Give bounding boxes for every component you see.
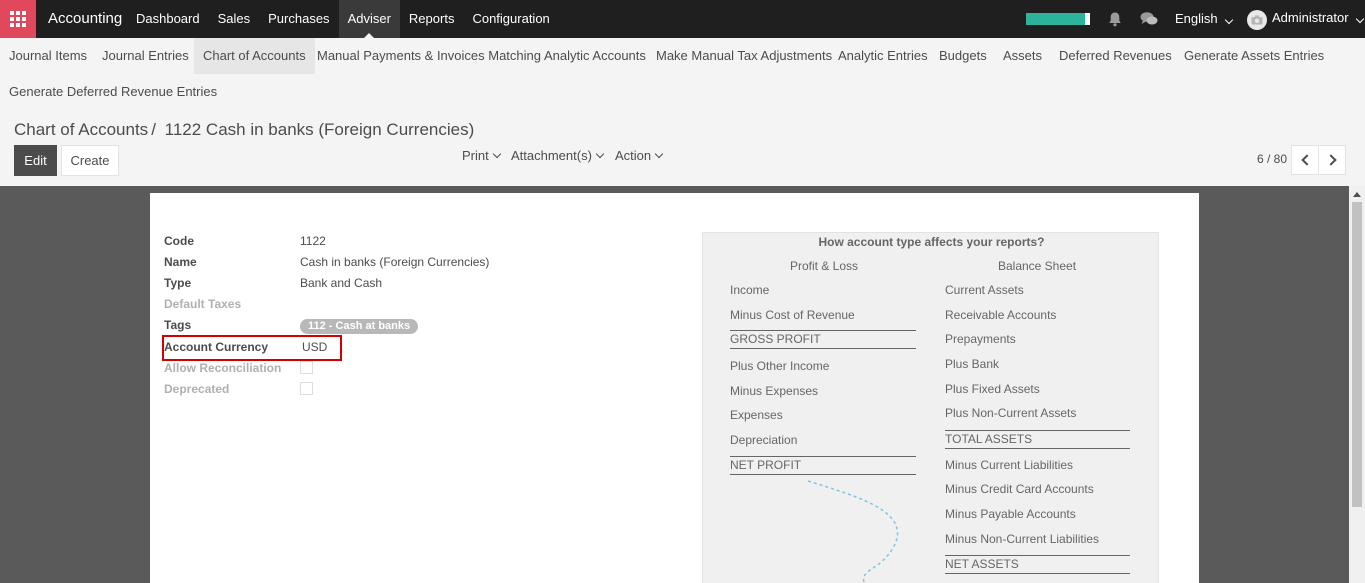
activity-progress-bar	[1026, 13, 1090, 25]
top-menu: Dashboard Sales Purchases Adviser Report…	[127, 0, 559, 38]
language-label: English	[1175, 11, 1218, 26]
chevron-down-icon	[1225, 15, 1234, 25]
submenu-manual-payments-matching[interactable]: Manual Payments & Invoices Matching	[308, 38, 550, 74]
form-sheet: Code 1122 Name Cash in banks (Foreign Cu…	[150, 193, 1199, 583]
attachments-dropdown[interactable]: Attachment(s)	[511, 148, 605, 163]
balance-sheet-heading: Balance Sheet	[997, 259, 1077, 273]
action-label: Action	[615, 148, 652, 163]
apps-grid-icon	[10, 11, 26, 27]
name-value: Cash in banks (Foreign Currencies)	[300, 255, 490, 269]
submenu-generate-assets-entries[interactable]: Generate Assets Entries	[1175, 38, 1333, 74]
bs-total: NET ASSETS	[945, 555, 1130, 574]
bs-item: Minus Payable Accounts	[945, 507, 1076, 521]
type-value: Bank and Cash	[300, 276, 383, 290]
bs-item: Plus Fixed Assets	[945, 382, 1040, 396]
code-label: Code	[164, 234, 194, 248]
bs-item: Plus Non-Current Assets	[945, 406, 1077, 420]
deprecated-checkbox[interactable]	[300, 382, 313, 395]
pl-item: Plus Other Income	[730, 359, 830, 373]
print-label: Print	[462, 148, 489, 163]
menu-purchases[interactable]: Purchases	[259, 0, 338, 38]
submenu-manual-tax-adjustments[interactable]: Make Manual Tax Adjustments	[647, 38, 841, 74]
scrollbar-thumb[interactable]	[1352, 202, 1362, 507]
camera-icon	[1251, 15, 1263, 25]
action-dropdown[interactable]: Action	[615, 148, 664, 163]
deprecated-label: Deprecated	[164, 382, 230, 396]
breadcrumb-parent-link[interactable]: Chart of Accounts	[14, 120, 148, 139]
tags-label: Tags	[164, 318, 192, 332]
submenu-analytic-accounts[interactable]: Analytic Accounts	[535, 38, 655, 74]
submenu-generate-deferred-revenue-entries[interactable]: Generate Deferred Revenue Entries	[0, 74, 226, 110]
help-title: How account type affects your reports?	[818, 235, 1045, 249]
user-menu[interactable]: Administrator	[1272, 0, 1365, 38]
menu-configuration[interactable]: Configuration	[463, 0, 558, 38]
bs-item: Plus Bank	[945, 357, 1000, 371]
secondary-menu: Journal Items Journal Entries Chart of A…	[0, 38, 1365, 110]
pl-item: Minus Cost of Revenue	[730, 308, 855, 322]
create-button[interactable]: Create	[61, 145, 119, 176]
name-label: Name	[164, 255, 197, 269]
chat-icon[interactable]	[1140, 11, 1158, 27]
pl-item: Minus Expenses	[730, 384, 819, 398]
type-label: Type	[164, 276, 192, 290]
submenu-deferred-revenues[interactable]: Deferred Revenues	[1050, 38, 1181, 74]
tag-badge[interactable]: 112 - Cash at banks	[300, 319, 419, 334]
account-type-help-panel: How account type affects your reports? P…	[702, 232, 1159, 583]
form-view-area: Code 1122 Name Cash in banks (Foreign Cu…	[0, 186, 1349, 583]
bs-item: Minus Credit Card Accounts	[945, 482, 1094, 496]
top-navbar: Accounting Dashboard Sales Purchases Adv…	[0, 0, 1365, 38]
submenu-budgets[interactable]: Budgets	[930, 38, 996, 74]
menu-dashboard[interactable]: Dashboard	[127, 0, 209, 38]
code-value: 1122	[300, 234, 326, 248]
flow-curve-decoration	[807, 480, 899, 583]
pl-item: Expenses	[730, 408, 783, 422]
menu-reports[interactable]: Reports	[400, 0, 464, 38]
submenu-assets[interactable]: Assets	[994, 38, 1051, 74]
user-name: Administrator	[1272, 10, 1349, 25]
vertical-scrollbar[interactable]	[1349, 186, 1365, 583]
submenu-journal-entries[interactable]: Journal Entries	[93, 38, 198, 74]
menu-sales[interactable]: Sales	[209, 0, 260, 38]
bs-item: Minus Non-Current Liabilities	[945, 532, 1100, 546]
attachments-label: Attachment(s)	[511, 148, 592, 163]
default-taxes-label: Default Taxes	[164, 297, 242, 311]
pager-value: 6 / 80	[1257, 152, 1288, 166]
chevron-down-icon	[595, 149, 605, 159]
bs-item: Minus Current Liabilities	[945, 458, 1074, 472]
bs-item: Receivable Accounts	[945, 308, 1057, 322]
pl-total: GROSS PROFIT	[730, 330, 916, 349]
menu-adviser[interactable]: Adviser	[338, 0, 400, 38]
chevron-down-icon	[654, 149, 664, 159]
chevron-down-icon	[1355, 14, 1365, 24]
app-brand[interactable]: Accounting	[48, 0, 122, 38]
breadcrumb-current: 1122 Cash in banks (Foreign Currencies)	[164, 120, 475, 139]
submenu-analytic-entries[interactable]: Analytic Entries	[829, 38, 937, 74]
scroll-up-arrow-icon[interactable]	[1353, 192, 1361, 197]
profit-loss-heading: Profit & Loss	[789, 259, 859, 273]
pl-item: Depreciation	[730, 433, 798, 447]
bs-item: Current Assets	[945, 283, 1024, 297]
submenu-journal-items[interactable]: Journal Items	[0, 38, 96, 74]
allow-reconciliation-label: Allow Reconciliation	[164, 361, 282, 375]
submenu-chart-of-accounts[interactable]: Chart of Accounts	[194, 38, 315, 74]
bs-item: Prepayments	[945, 332, 1016, 346]
bell-icon[interactable]	[1107, 11, 1123, 27]
pager-previous-button[interactable]	[1291, 145, 1319, 175]
bs-total: TOTAL ASSETS	[945, 430, 1130, 449]
chevron-left-icon	[1300, 154, 1313, 166]
language-selector[interactable]: English	[1175, 0, 1234, 38]
print-dropdown[interactable]: Print	[462, 148, 501, 163]
pager-next-button[interactable]	[1318, 145, 1346, 175]
apps-menu-button[interactable]	[0, 0, 36, 38]
chevron-right-icon	[1324, 154, 1337, 166]
breadcrumb-separator: /	[151, 120, 156, 139]
allow-reconciliation-checkbox[interactable]	[300, 361, 313, 374]
breadcrumb: Chart of Accounts/ 1122 Cash in banks (F…	[14, 120, 474, 140]
pl-total: NET PROFIT	[730, 456, 916, 475]
chevron-down-icon	[492, 149, 501, 159]
edit-button[interactable]: Edit	[14, 145, 57, 176]
avatar[interactable]	[1247, 10, 1267, 30]
pl-item: Income	[730, 283, 770, 297]
